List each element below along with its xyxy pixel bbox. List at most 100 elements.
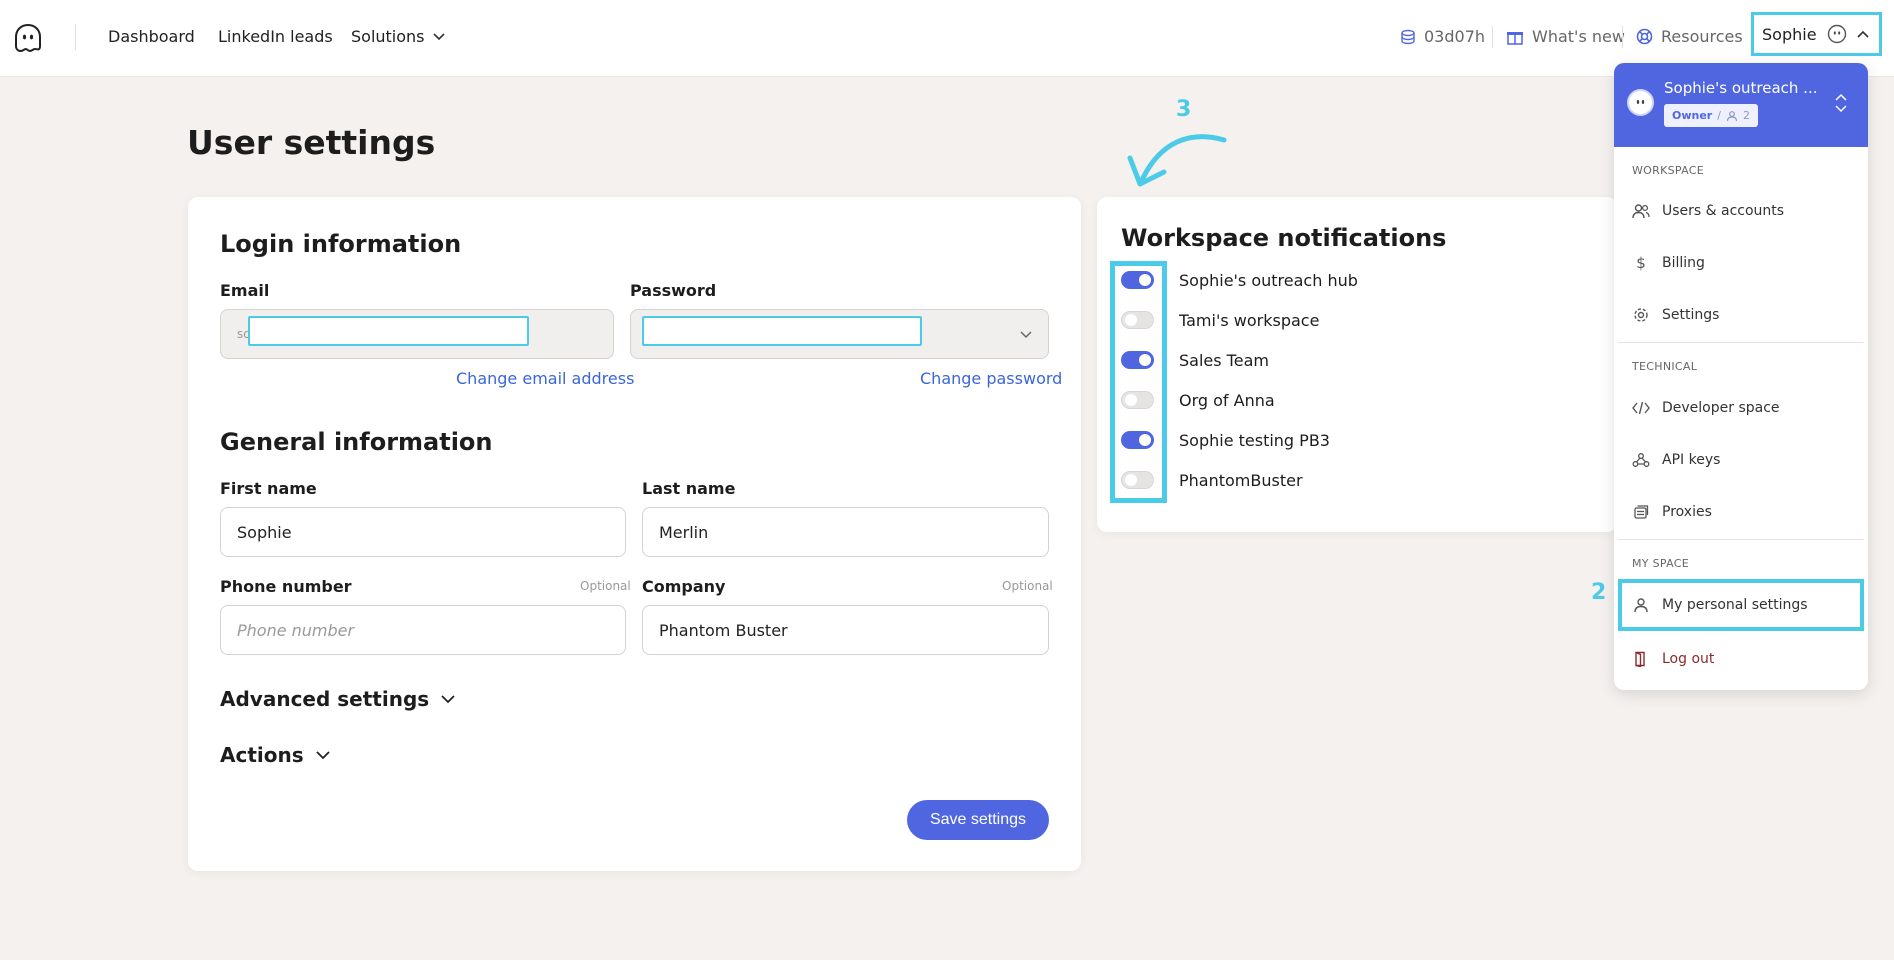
- nav-solutions[interactable]: Solutions: [351, 27, 445, 46]
- password-redaction-box: [642, 316, 922, 346]
- actions-label: Actions: [220, 743, 304, 767]
- company-optional-tag: Optional: [1002, 579, 1053, 593]
- menu-settings[interactable]: Settings: [1632, 303, 1719, 327]
- role-label: Owner: [1672, 109, 1713, 122]
- advanced-settings-toggle[interactable]: Advanced settings: [220, 687, 455, 711]
- menu-developer-space[interactable]: Developer space: [1632, 396, 1780, 420]
- whats-new-label: What's new: [1532, 27, 1625, 46]
- email-redaction-box: [248, 316, 529, 346]
- section-technical-heading: TECHNICAL: [1632, 360, 1698, 373]
- first-name-value: Sophie: [237, 522, 292, 542]
- menu-users-accounts-label: Users & accounts: [1662, 203, 1785, 219]
- section-workspace-heading: WORKSPACE: [1632, 164, 1704, 177]
- role-badge: Owner / 2: [1664, 104, 1758, 127]
- server-stack-icon: [1634, 505, 1649, 519]
- divider: [1622, 26, 1623, 48]
- user-dropdown-menu: Sophie's outreach ... Owner / 2 WORKSPAC…: [1614, 63, 1868, 690]
- email-label: Email: [220, 281, 270, 300]
- password-label: Password: [630, 281, 717, 300]
- chevron-down-icon: [1020, 331, 1032, 339]
- user-avatar-icon: [1827, 24, 1846, 44]
- menu-developer-space-label: Developer space: [1662, 400, 1780, 416]
- time-remaining-value: 03d07h: [1424, 27, 1486, 46]
- first-name-label: First name: [220, 479, 317, 498]
- door-exit-icon: [1635, 651, 1645, 667]
- menu-log-out[interactable]: Log out: [1632, 647, 1714, 671]
- phone-optional-tag: Optional: [580, 579, 631, 593]
- menu-divider: [1618, 539, 1864, 540]
- chevron-down-icon: [316, 750, 330, 759]
- menu-my-personal-settings[interactable]: My personal settings: [1632, 593, 1808, 617]
- top-navbar: Dashboard LinkedIn leads Solutions 03d07…: [0, 0, 1894, 77]
- page-title: User settings: [187, 123, 436, 162]
- login-section-title: Login information: [220, 230, 462, 258]
- actions-toggle[interactable]: Actions: [220, 743, 330, 767]
- annotation-step-2: 2: [1591, 580, 1607, 605]
- menu-users-accounts[interactable]: Users & accounts: [1632, 199, 1784, 223]
- dollar-icon: $: [1636, 254, 1646, 272]
- menu-my-personal-settings-label: My personal settings: [1662, 597, 1808, 613]
- menu-proxies-label: Proxies: [1662, 504, 1712, 520]
- gear-icon: [1634, 308, 1648, 322]
- menu-proxies[interactable]: Proxies: [1632, 500, 1712, 524]
- time-remaining[interactable]: 03d07h: [1400, 27, 1485, 46]
- phantombuster-logo-icon[interactable]: [12, 22, 44, 54]
- chevron-up-down-icon: [1835, 93, 1847, 113]
- change-email-link[interactable]: Change email address: [456, 369, 634, 388]
- nav-divider: [75, 24, 76, 50]
- phone-field[interactable]: [220, 605, 626, 655]
- menu-divider: [1618, 342, 1864, 343]
- whats-new-button[interactable]: What's new: [1506, 27, 1625, 46]
- last-name-label: Last name: [642, 479, 736, 498]
- workspace-name: Org of Anna: [1179, 390, 1275, 410]
- gift-icon: [1507, 31, 1523, 45]
- nav-solutions-label: Solutions: [351, 27, 425, 46]
- company-field[interactable]: Phantom Buster: [642, 605, 1049, 655]
- last-name-value: Merlin: [659, 522, 709, 542]
- save-settings-button[interactable]: Save settings: [907, 800, 1049, 840]
- first-name-field[interactable]: Sophie: [220, 507, 626, 557]
- workspace-name: Sophie's outreach hub: [1179, 270, 1358, 290]
- user-icon: [1634, 598, 1648, 613]
- general-section-title: General information: [220, 428, 493, 456]
- member-count: 2: [1742, 109, 1750, 122]
- workspace-avatar: [1627, 89, 1654, 116]
- ghost-icon: [1636, 100, 1645, 104]
- phone-input[interactable]: [237, 620, 625, 640]
- users-icon: [1632, 204, 1650, 219]
- section-my-space-heading: MY SPACE: [1632, 557, 1689, 570]
- advanced-settings-label: Advanced settings: [220, 687, 430, 711]
- menu-api-keys-label: API keys: [1662, 452, 1721, 468]
- annotation-highlight-box: [1110, 261, 1167, 503]
- workspace-name: Sophie's outreach ...: [1664, 79, 1818, 97]
- chevron-down-icon: [432, 32, 445, 40]
- last-name-field[interactable]: Merlin: [642, 507, 1049, 557]
- workspace-switcher[interactable]: Sophie's outreach ... Owner / 2: [1614, 63, 1868, 147]
- role-separator: /: [1717, 109, 1721, 122]
- resources-button[interactable]: Resources: [1636, 27, 1743, 46]
- nav-linkedin-leads[interactable]: LinkedIn leads: [218, 27, 333, 46]
- workspace-name: Tami's workspace: [1179, 310, 1320, 330]
- resources-label: Resources: [1661, 27, 1743, 46]
- coins-icon: [1401, 29, 1415, 44]
- change-password-link[interactable]: Change password: [920, 369, 1062, 388]
- chevron-down-icon: [441, 694, 455, 703]
- workspace-name: Sophie testing PB3: [1179, 430, 1330, 450]
- annotation-arrow-icon: [1127, 134, 1227, 187]
- menu-billing[interactable]: $ Billing: [1632, 251, 1705, 275]
- company-label: Company: [642, 577, 726, 596]
- user-menu-button[interactable]: Sophie: [1751, 12, 1882, 56]
- annotation-step-3: 3: [1176, 97, 1192, 122]
- menu-settings-label: Settings: [1662, 307, 1720, 323]
- workspace-name: PhantomBuster: [1179, 470, 1303, 490]
- menu-api-keys[interactable]: API keys: [1632, 448, 1720, 472]
- nav-dashboard[interactable]: Dashboard: [108, 27, 195, 46]
- menu-log-out-label: Log out: [1662, 651, 1715, 667]
- company-value: Phantom Buster: [659, 620, 788, 640]
- user-name: Sophie: [1762, 24, 1817, 44]
- workspace-notifications-title: Workspace notifications: [1121, 224, 1447, 252]
- phone-label: Phone number: [220, 577, 352, 596]
- chevron-up-icon: [1856, 30, 1869, 38]
- menu-billing-label: Billing: [1662, 255, 1705, 271]
- divider: [1492, 26, 1493, 48]
